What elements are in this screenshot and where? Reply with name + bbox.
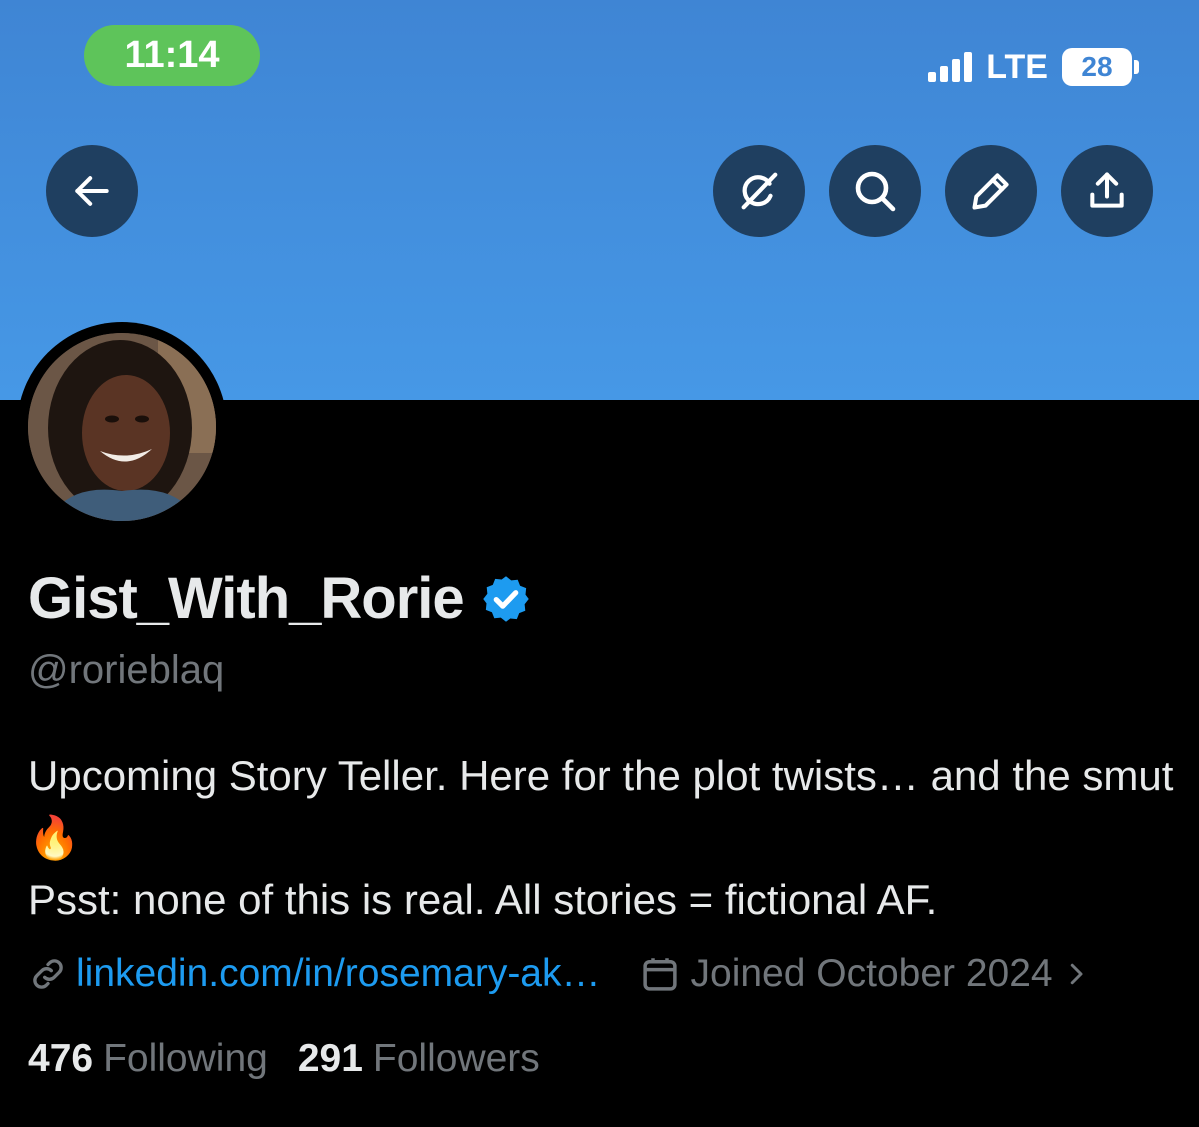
followers-label: Followers bbox=[372, 1037, 540, 1080]
followers-count: 291 bbox=[297, 1037, 363, 1080]
display-name: Gist_With_Rorie bbox=[28, 566, 465, 631]
following-label: Following bbox=[103, 1037, 268, 1080]
search-icon bbox=[855, 171, 896, 212]
network-type: LTE bbox=[986, 47, 1048, 86]
status-time: 11:14 bbox=[84, 25, 260, 86]
joined-label: Joined October 2024 bbox=[690, 952, 1053, 995]
profile-link[interactable]: linkedin.com/in/rosemary-ak… bbox=[76, 952, 601, 996]
following-stat[interactable]: 476 Following bbox=[28, 1037, 268, 1081]
handle: @rorieblaq bbox=[28, 648, 225, 692]
back-button[interactable] bbox=[46, 145, 138, 237]
pencil-icon bbox=[972, 173, 1009, 210]
link-icon bbox=[33, 959, 63, 989]
chevron-right-icon bbox=[1070, 963, 1083, 985]
search-button[interactable] bbox=[829, 145, 921, 237]
avatar[interactable] bbox=[28, 333, 216, 521]
battery-icon: 28 bbox=[1062, 48, 1139, 86]
battery-level: 28 bbox=[1062, 48, 1132, 86]
bio-line: Upcoming Story Teller. Here for the plot… bbox=[28, 752, 1174, 861]
joined-date[interactable]: Joined October 2024 bbox=[639, 952, 1091, 996]
share-button[interactable] bbox=[1061, 145, 1153, 237]
followers-stat[interactable]: 291 Followers bbox=[298, 1037, 540, 1081]
verified-badge-icon[interactable] bbox=[480, 573, 532, 625]
grok-button[interactable] bbox=[713, 145, 805, 237]
arrow-left-icon bbox=[75, 176, 109, 206]
bio: Upcoming Story Teller. Here for the plot… bbox=[28, 745, 1188, 931]
calendar-icon bbox=[642, 958, 677, 991]
bio-line: Psst: none of this is real. All stories … bbox=[28, 876, 938, 923]
share-icon bbox=[1090, 172, 1124, 208]
display-name-row: Gist_With_Rorie bbox=[28, 565, 532, 632]
following-count: 476 bbox=[28, 1037, 94, 1080]
status-indicators: LTE 28 bbox=[928, 44, 1139, 90]
signal-icon bbox=[928, 52, 973, 82]
grok-icon bbox=[741, 172, 778, 210]
edit-button[interactable] bbox=[945, 145, 1037, 237]
follow-stats: 476 Following 291 Followers bbox=[28, 1032, 540, 1086]
profile-meta: linkedin.com/in/rosemary-ak… Joined Octo… bbox=[28, 946, 1091, 1002]
